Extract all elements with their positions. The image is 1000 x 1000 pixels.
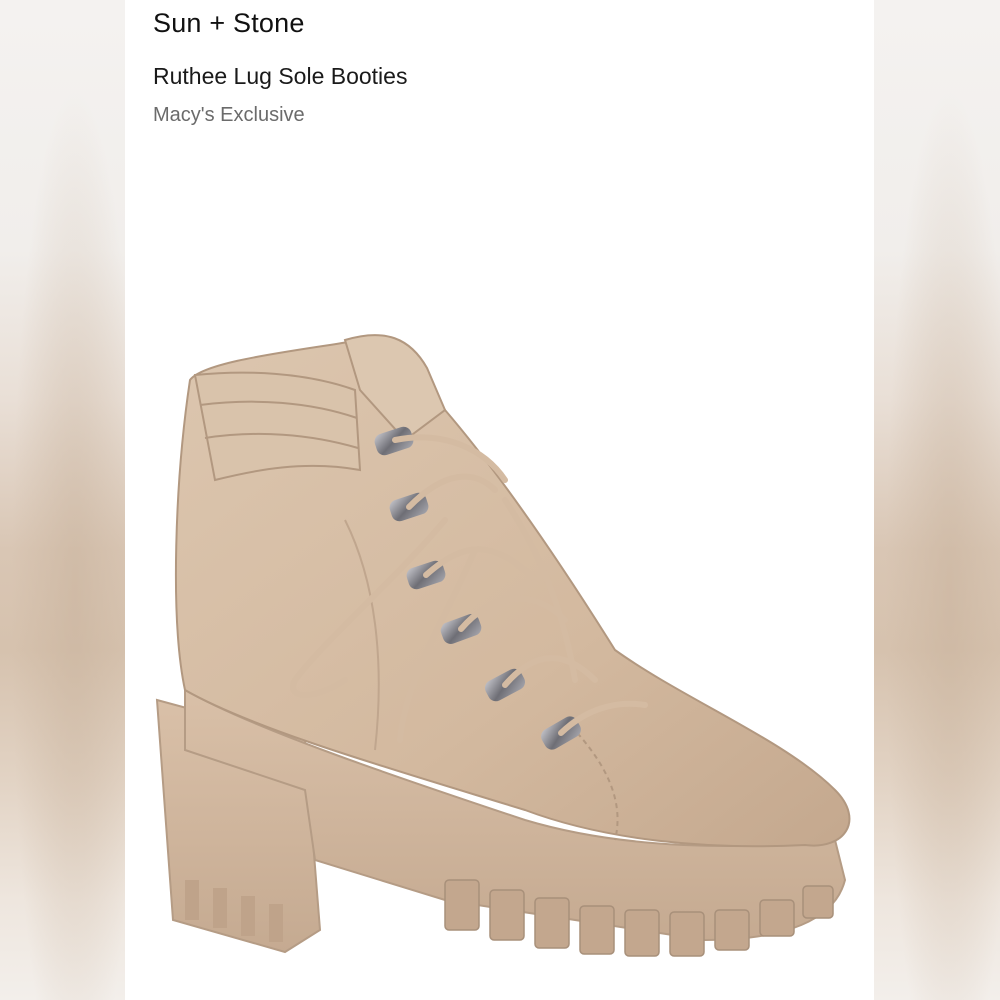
blurred-backdrop-right — [874, 0, 1000, 1000]
padded-collar — [193, 371, 362, 482]
blurred-backdrop-left — [0, 0, 125, 1000]
product-card: Sun + Stone Ruthee Lug Sole Booties Macy… — [125, 0, 874, 1000]
product-image[interactable] — [145, 320, 865, 1000]
product-title[interactable]: Ruthee Lug Sole Booties — [153, 63, 407, 90]
exclusive-badge: Macy's Exclusive — [153, 104, 305, 126]
brand-name[interactable]: Sun + Stone — [153, 8, 305, 39]
listing-screen: Sun + Stone Ruthee Lug Sole Booties Macy… — [0, 0, 1000, 1000]
